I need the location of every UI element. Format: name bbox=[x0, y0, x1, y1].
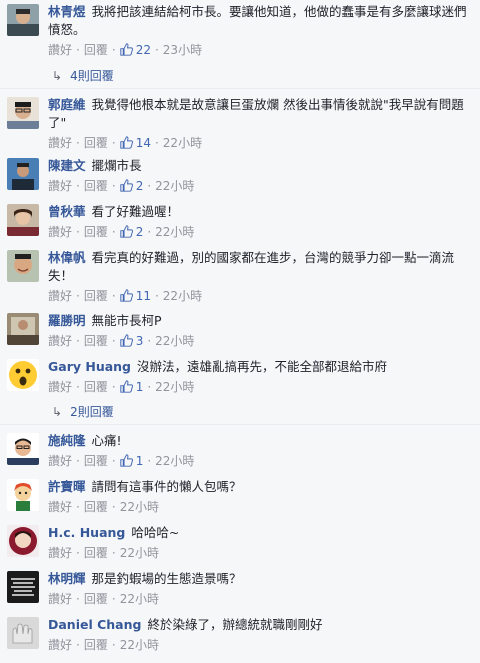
like-button[interactable]: 讚好 bbox=[48, 225, 72, 239]
divider bbox=[0, 424, 480, 425]
replies-count: 4則回覆 bbox=[70, 69, 114, 83]
comment-text: 終於染綠了，辦總統就職剛剛好 bbox=[147, 617, 323, 632]
comment-text: 我將把該連結給柯市長。要讓他知道，他做的蠢事是有多麼讓球迷們憤怒。 bbox=[48, 4, 467, 37]
timestamp[interactable]: 22小時 bbox=[120, 638, 159, 652]
reply-button[interactable]: 回覆 bbox=[84, 334, 108, 348]
thumbs-up-icon bbox=[120, 179, 133, 192]
comment-text: 心痛! bbox=[91, 433, 122, 448]
reply-button[interactable]: 回覆 bbox=[84, 136, 108, 150]
avatar[interactable] bbox=[7, 359, 39, 391]
comment-text: 我覺得他根本就是故意讓巨蛋放爛 然後出事情後就說"我早說有問題了" bbox=[48, 97, 464, 130]
comment-text: 那是釣蝦場的生態造景嗎？ bbox=[91, 571, 242, 586]
avatar[interactable] bbox=[7, 250, 39, 282]
reply-arrow-icon: ↳ bbox=[52, 69, 63, 83]
comment-author[interactable]: 施純隆 bbox=[48, 433, 86, 448]
reply-button[interactable]: 回覆 bbox=[84, 454, 108, 468]
comment-author[interactable]: 林明輝 bbox=[48, 571, 86, 586]
comment-text: 擺爛市長 bbox=[91, 158, 142, 173]
avatar[interactable] bbox=[7, 158, 39, 190]
like-count[interactable]: 3 bbox=[136, 334, 144, 348]
comment-author[interactable]: 林偉帆 bbox=[48, 250, 86, 265]
like-button[interactable]: 讚好 bbox=[48, 136, 72, 150]
thumbs-up-icon bbox=[120, 334, 133, 347]
timestamp[interactable]: 22小時 bbox=[155, 380, 194, 394]
thumbs-up-icon bbox=[120, 289, 133, 302]
avatar[interactable] bbox=[7, 204, 39, 236]
timestamp[interactable]: 22小時 bbox=[120, 500, 159, 514]
reply-button[interactable]: 回覆 bbox=[84, 546, 108, 560]
avatar[interactable] bbox=[7, 313, 39, 345]
thumbs-up-icon bbox=[120, 136, 133, 149]
like-button[interactable]: 讚好 bbox=[48, 454, 72, 468]
avatar[interactable] bbox=[7, 4, 39, 36]
avatar[interactable] bbox=[7, 479, 39, 511]
comment-author[interactable]: 郭庭維 bbox=[48, 97, 86, 112]
like-button[interactable]: 讚好 bbox=[48, 638, 72, 652]
reply-button[interactable]: 回覆 bbox=[84, 179, 108, 193]
reply-button[interactable]: 回覆 bbox=[84, 43, 108, 57]
like-count[interactable]: 14 bbox=[136, 136, 151, 150]
reply-button[interactable]: 回覆 bbox=[84, 638, 108, 652]
avatar[interactable] bbox=[7, 525, 39, 557]
comment-author[interactable]: Gary Huang bbox=[48, 359, 131, 374]
like-button[interactable]: 讚好 bbox=[48, 179, 72, 193]
comment-text: 看了好難過喔！ bbox=[91, 204, 180, 219]
reply-button[interactable]: 回覆 bbox=[84, 225, 108, 239]
avatar[interactable] bbox=[7, 433, 39, 465]
comment-text: 沒辦法，遠雄亂搞再先，不能全部都退給市府 bbox=[137, 359, 388, 374]
avatar[interactable] bbox=[7, 97, 39, 129]
timestamp[interactable]: 22小時 bbox=[155, 225, 194, 239]
comment-text: 看完真的好難過，別的國家都在進步，台灣的競爭力卻一點一滴流失！ bbox=[48, 250, 455, 283]
avatar[interactable] bbox=[7, 571, 39, 603]
like-button[interactable]: 讚好 bbox=[48, 546, 72, 560]
like-button[interactable]: 讚好 bbox=[48, 500, 72, 514]
comment-author[interactable]: H.c. Huang bbox=[48, 525, 125, 540]
like-count[interactable]: 2 bbox=[136, 179, 144, 193]
comment-text: 請問有這事件的懶人包嗎？ bbox=[91, 479, 242, 494]
timestamp[interactable]: 22小時 bbox=[155, 334, 194, 348]
comment-author[interactable]: Daniel Chang bbox=[48, 617, 141, 632]
divider bbox=[0, 88, 480, 89]
view-replies-link[interactable]: ↳ 4則回覆 bbox=[52, 67, 114, 84]
like-button[interactable]: 讚好 bbox=[48, 380, 72, 394]
reply-arrow-icon: ↳ bbox=[52, 405, 63, 419]
timestamp[interactable]: 22小時 bbox=[155, 454, 194, 468]
like-count[interactable]: 22 bbox=[136, 43, 151, 57]
like-count[interactable]: 1 bbox=[136, 380, 144, 394]
comment-author[interactable]: 羅勝明 bbox=[48, 313, 86, 328]
reply-button[interactable]: 回覆 bbox=[84, 380, 108, 394]
timestamp[interactable]: 23小時 bbox=[163, 43, 202, 57]
timestamp[interactable]: 22小時 bbox=[163, 136, 202, 150]
thumbs-up-icon bbox=[120, 380, 133, 393]
avatar[interactable] bbox=[7, 617, 39, 649]
timestamp[interactable]: 22小時 bbox=[120, 546, 159, 560]
reply-button[interactable]: 回覆 bbox=[84, 289, 108, 303]
like-count[interactable]: 1 bbox=[136, 454, 144, 468]
thumbs-up-icon bbox=[120, 43, 133, 56]
comment-author[interactable]: 林青煜 bbox=[48, 4, 86, 19]
like-button[interactable]: 讚好 bbox=[48, 289, 72, 303]
thumbs-up-icon bbox=[120, 454, 133, 467]
replies-count: 2則回覆 bbox=[70, 405, 114, 419]
like-button[interactable]: 讚好 bbox=[48, 334, 72, 348]
timestamp[interactable]: 22小時 bbox=[163, 289, 202, 303]
comment-author[interactable]: 陳建文 bbox=[48, 158, 86, 173]
comment-text: 哈哈哈~ bbox=[131, 525, 180, 540]
like-count[interactable]: 11 bbox=[136, 289, 151, 303]
comment-author[interactable]: 許寶暉 bbox=[48, 479, 86, 494]
like-count[interactable]: 2 bbox=[136, 225, 144, 239]
comment-text: 無能市長柯P bbox=[91, 313, 162, 328]
timestamp[interactable]: 22小時 bbox=[120, 592, 159, 606]
reply-button[interactable]: 回覆 bbox=[84, 500, 108, 514]
view-replies-link[interactable]: ↳ 2則回覆 bbox=[52, 403, 114, 420]
like-button[interactable]: 讚好 bbox=[48, 43, 72, 57]
comment-feed: 林青煜 我將把該連結給柯市長。要讓他知道，他做的蠢事是有多麼讓球迷們憤怒。 讚好 ·… bbox=[0, 0, 480, 663]
like-button[interactable]: 讚好 bbox=[48, 592, 72, 606]
timestamp[interactable]: 22小時 bbox=[155, 179, 194, 193]
thumbs-up-icon bbox=[120, 225, 133, 238]
comment-author[interactable]: 曾秋華 bbox=[48, 204, 86, 219]
reply-button[interactable]: 回覆 bbox=[84, 592, 108, 606]
